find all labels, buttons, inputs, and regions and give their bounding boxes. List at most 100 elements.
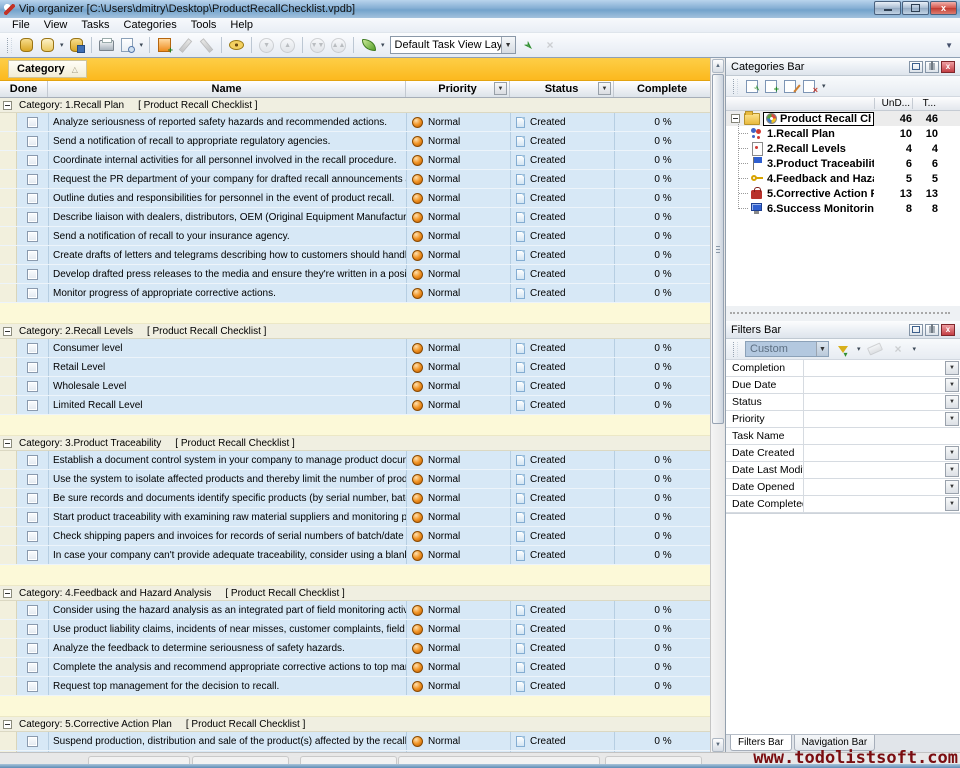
task-row[interactable]: Consider using the hazard analysis as an… <box>0 601 710 620</box>
toolbar-grip[interactable] <box>7 38 12 53</box>
task-row[interactable]: Suspend production, distribution and sal… <box>0 732 710 751</box>
view-task-button[interactable] <box>227 36 246 55</box>
save-database-button[interactable] <box>67 36 86 55</box>
move-down-button[interactable]: ▼ <box>257 36 276 55</box>
filter-dropdown-button[interactable]: ▼ <box>945 446 959 460</box>
done-checkbox[interactable] <box>27 605 38 616</box>
filter-value-field[interactable] <box>804 462 944 478</box>
done-checkbox[interactable] <box>27 212 38 223</box>
scrollbar-thumb[interactable] <box>712 74 724 424</box>
filters-toolbar-grip[interactable] <box>733 342 738 357</box>
delete-category-button[interactable]: × <box>802 79 817 93</box>
move-top-button[interactable]: ▲▲ <box>329 36 348 55</box>
filters-close-button[interactable]: x <box>941 324 955 336</box>
done-checkbox[interactable] <box>27 343 38 354</box>
new-category-button[interactable]: ➣ <box>745 79 760 93</box>
menu-tools[interactable]: Tools <box>185 19 223 31</box>
maximize-button[interactable] <box>902 1 929 15</box>
group-row[interactable]: Category: 4.Feedback and Hazard Analysis… <box>0 586 710 601</box>
task-row[interactable]: Analyze the feedback to determine seriou… <box>0 639 710 658</box>
move-up-button[interactable]: ▲ <box>278 36 297 55</box>
layout-combobox[interactable]: Default Task View Layout ▼ <box>390 36 516 54</box>
column-header-complete[interactable]: Complete <box>614 81 710 97</box>
tree-item-3-product-traceability[interactable]: 3.Product Traceability66 <box>726 156 960 171</box>
done-checkbox[interactable] <box>27 174 38 185</box>
filter-value-field[interactable] <box>804 360 944 376</box>
done-checkbox[interactable] <box>27 643 38 654</box>
filter-dropdown-button[interactable]: ▼ <box>945 412 959 426</box>
new-database-button[interactable] <box>17 36 36 55</box>
collapse-icon[interactable] <box>3 439 12 448</box>
menu-help[interactable]: Help <box>224 19 259 31</box>
menu-file[interactable]: File <box>6 19 36 31</box>
done-checkbox[interactable] <box>27 512 38 523</box>
tree-item-5-corrective-action-plan[interactable]: 5.Corrective Action Plan1313 <box>726 186 960 201</box>
group-row[interactable]: Category: 5.Corrective Action Plan[ Prod… <box>0 717 710 732</box>
done-checkbox[interactable] <box>27 662 38 673</box>
done-checkbox[interactable] <box>27 455 38 466</box>
filter-value-field[interactable] <box>804 394 944 410</box>
minimize-button[interactable] <box>874 1 901 15</box>
new-subcategory-button[interactable]: + <box>764 79 779 93</box>
tree-header-undone[interactable]: UnD... <box>874 98 912 109</box>
task-row[interactable]: Start product traceability with examinin… <box>0 508 710 527</box>
categories-close-button[interactable]: x <box>941 61 955 73</box>
done-checkbox[interactable] <box>27 231 38 242</box>
categories-toolbar-grip[interactable] <box>733 79 738 94</box>
filters-pin-button[interactable] <box>925 324 939 336</box>
print-button[interactable] <box>97 36 116 55</box>
filter-dropdown-button[interactable]: ▼ <box>945 361 959 375</box>
task-row[interactable]: Send a notification of recall to appropr… <box>0 132 710 151</box>
print-dropdown-icon[interactable]: ▾ <box>140 41 144 49</box>
done-checkbox[interactable] <box>27 681 38 692</box>
task-row[interactable]: Request the PR department of your compan… <box>0 170 710 189</box>
layouts-dropdown-icon[interactable]: ▾ <box>381 41 385 49</box>
task-row[interactable]: Create drafts of letters and telegrams d… <box>0 246 710 265</box>
tree-header-total[interactable]: T... <box>912 98 938 109</box>
task-row[interactable]: Check shipping papers and invoices for r… <box>0 527 710 546</box>
tree-item-1-recall-plan[interactable]: 1.Recall Plan1010 <box>726 126 960 141</box>
filter-preset-combobox[interactable]: Custom ▼ <box>745 341 829 357</box>
categories-pin-button[interactable] <box>925 61 939 73</box>
open-database-button[interactable] <box>38 36 57 55</box>
delete-task-button[interactable] <box>197 36 216 55</box>
task-row[interactable]: Consumer levelNormalCreated0 % <box>0 339 710 358</box>
apply-filter-button[interactable] <box>833 340 852 359</box>
task-row[interactable]: Request top management for the decision … <box>0 677 710 696</box>
filter-value-field[interactable] <box>804 411 944 427</box>
filter-dropdown-button[interactable]: ▼ <box>945 378 959 392</box>
toolbar-overflow-chevron[interactable]: ▼ <box>945 41 956 50</box>
done-checkbox[interactable] <box>27 531 38 542</box>
print-preview-button[interactable] <box>118 36 137 55</box>
column-header-name[interactable]: Name <box>48 81 406 97</box>
filter-dropdown-button[interactable]: ▼ <box>945 395 959 409</box>
filter-value-field[interactable] <box>804 377 944 393</box>
task-row[interactable]: Analyze seriousness of reported safety h… <box>0 113 710 132</box>
done-checkbox[interactable] <box>27 193 38 204</box>
menu-tasks[interactable]: Tasks <box>75 19 115 31</box>
move-bottom-button[interactable]: ▼▼ <box>308 36 327 55</box>
tree-root-row[interactable]: Product Recall Checklist 46 46 <box>726 111 960 126</box>
group-by-category-chip[interactable]: Category △ <box>8 60 87 78</box>
collapse-icon[interactable] <box>3 101 12 110</box>
edit-category-button[interactable] <box>783 79 798 93</box>
edit-task-button[interactable] <box>176 36 195 55</box>
done-checkbox[interactable] <box>27 269 38 280</box>
group-row[interactable]: Category: 1.Recall Plan[ Product Recall … <box>0 98 710 113</box>
task-row[interactable]: Retail LevelNormalCreated0 % <box>0 358 710 377</box>
filter-preset-arrow-icon[interactable]: ▼ <box>816 342 828 356</box>
done-checkbox[interactable] <box>27 381 38 392</box>
column-header-done[interactable]: Done <box>0 81 48 97</box>
task-row[interactable]: Limited Recall LevelNormalCreated0 % <box>0 396 710 415</box>
filter-value-field[interactable] <box>804 445 944 461</box>
close-button[interactable]: x <box>930 1 957 15</box>
task-row[interactable]: Use product liability claims, incidents … <box>0 620 710 639</box>
scroll-down-button[interactable]: ▼ <box>712 738 724 752</box>
delete-filter-button[interactable]: × <box>889 340 908 359</box>
task-row[interactable]: Complete the analysis and recommend appr… <box>0 658 710 677</box>
column-header-status[interactable]: Status ▼ <box>510 81 614 97</box>
filters-float-button[interactable] <box>909 324 923 336</box>
tree-item-2-recall-levels[interactable]: 2.Recall Levels44 <box>726 141 960 156</box>
group-row[interactable]: Category: 3.Product Traceability[ Produc… <box>0 436 710 451</box>
apply-filter-dropdown-icon[interactable]: ▾ <box>857 345 861 353</box>
